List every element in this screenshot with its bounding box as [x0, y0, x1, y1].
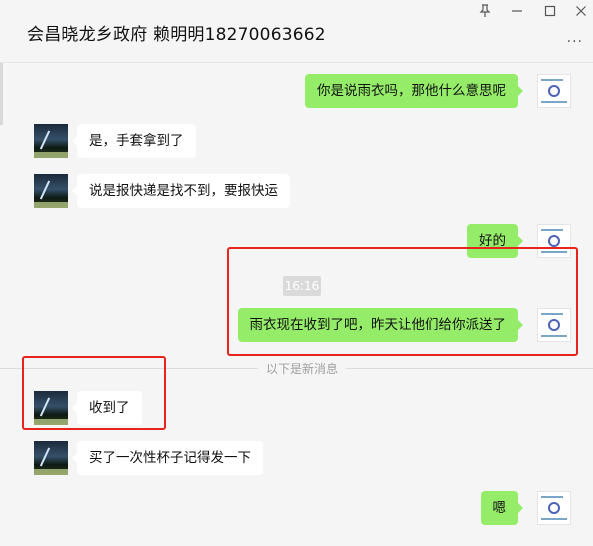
message-bubble-outgoing[interactable]: 你是说雨衣吗，那他什么意思呢 [305, 74, 523, 108]
divider-line-right [346, 368, 593, 369]
title-bar: 会昌晓龙乡政府 赖明明18270063662 ··· [0, 0, 593, 63]
close-icon[interactable] [570, 4, 592, 22]
message-bubble-incoming[interactable]: 买了一次性杯子记得发一下 [72, 441, 263, 475]
chat-title: 会昌晓龙乡政府 赖明明18270063662 [27, 25, 326, 45]
pin-icon[interactable] [474, 4, 496, 22]
new-messages-divider: 以下是新消息 [265, 362, 338, 376]
maximize-icon[interactable] [539, 4, 561, 22]
self-avatar[interactable] [537, 74, 571, 108]
minimize-icon[interactable] [506, 4, 528, 22]
message-bubble-incoming[interactable]: 是，手套拿到了 [72, 124, 196, 158]
message-bubble-incoming[interactable]: 说是报快递是找不到，要报快运 [72, 174, 290, 208]
self-avatar[interactable] [537, 491, 571, 525]
more-dots-icon[interactable]: ··· [567, 34, 583, 50]
contact-avatar[interactable] [34, 174, 68, 208]
contact-avatar[interactable] [34, 441, 68, 475]
message-bubble-outgoing[interactable]: 嗯 [480, 491, 523, 525]
contact-avatar[interactable] [34, 124, 68, 158]
highlight-box-incoming [22, 356, 166, 430]
highlight-box-outgoing [227, 247, 578, 356]
